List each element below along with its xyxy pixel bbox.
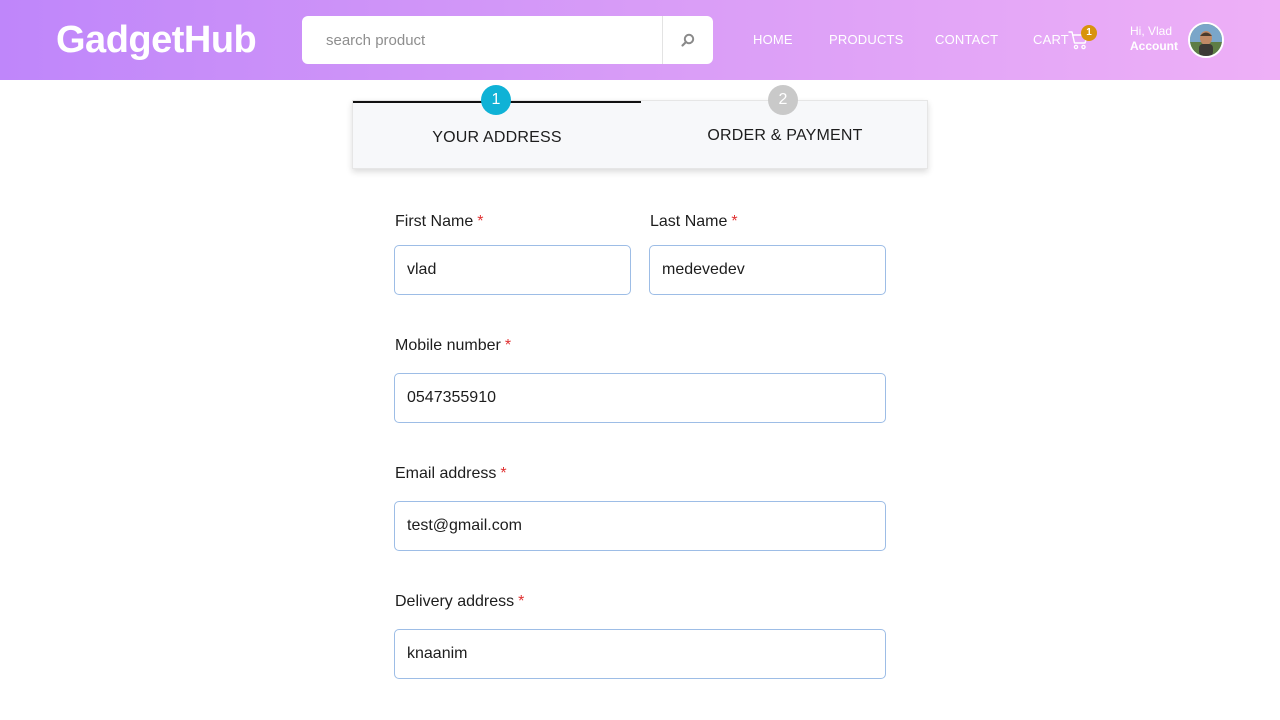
mobile-label: Mobile number * <box>395 336 511 356</box>
avatar[interactable] <box>1188 22 1224 58</box>
nav-contact[interactable]: CONTACT <box>935 32 998 48</box>
account-menu[interactable]: Hi, Vlad Account <box>1130 24 1178 54</box>
top-navbar: GadgetHub HOME PRODUCTS CONTACT CART 1 H… <box>0 0 1280 80</box>
search-bar <box>302 16 713 64</box>
delivery-address-field[interactable] <box>394 629 886 679</box>
step-label: ORDER & PAYMENT <box>707 127 863 144</box>
checkout-stepper: YOUR ADDRESS ORDER & PAYMENT <box>352 100 928 169</box>
address-label: Delivery address * <box>395 592 524 612</box>
nav-home[interactable]: HOME <box>753 32 793 48</box>
mobile-field[interactable] <box>394 373 886 423</box>
label-text: First Name <box>395 213 474 230</box>
cart-count-badge: 1 <box>1081 25 1097 41</box>
step-label: YOUR ADDRESS <box>432 129 562 146</box>
required-marker: * <box>518 593 525 610</box>
last-name-label: Last Name * <box>650 212 738 232</box>
email-field[interactable] <box>394 501 886 551</box>
step-number-1: 1 <box>481 85 511 115</box>
label-text: Delivery address <box>395 593 515 610</box>
required-marker: * <box>500 465 507 482</box>
step-number-2: 2 <box>768 85 798 115</box>
nav-cart[interactable]: CART <box>1033 32 1069 48</box>
search-button[interactable] <box>662 16 713 64</box>
label-text: Email address <box>395 465 497 482</box>
last-name-field[interactable] <box>649 245 886 295</box>
account-link[interactable]: Account <box>1130 39 1178 54</box>
greeting-text: Hi, Vlad <box>1130 24 1173 38</box>
nav-products[interactable]: PRODUCTS <box>829 32 904 48</box>
required-marker: * <box>731 213 738 230</box>
label-text: Mobile number <box>395 337 501 354</box>
required-marker: * <box>477 213 484 230</box>
first-name-label: First Name * <box>395 212 483 232</box>
site-logo[interactable]: GadgetHub <box>56 18 257 62</box>
search-input[interactable] <box>302 16 662 64</box>
user-photo-icon <box>1190 24 1222 56</box>
search-icon <box>681 33 695 47</box>
first-name-field[interactable] <box>394 245 631 295</box>
label-text: Last Name <box>650 213 728 230</box>
email-label: Email address * <box>395 464 507 484</box>
required-marker: * <box>504 337 512 354</box>
